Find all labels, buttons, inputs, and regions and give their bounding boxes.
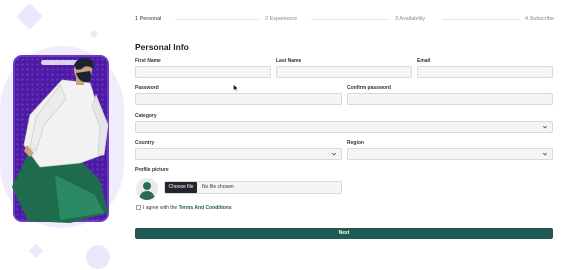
email-label: Email: [417, 58, 431, 64]
step-subscribe[interactable]: 4 Subscribe: [525, 14, 554, 24]
step-availability[interactable]: 3 Availability: [395, 14, 425, 24]
mouse-cursor-icon: [233, 84, 239, 92]
decor-diamond-large: [16, 3, 43, 30]
step-divider: [311, 19, 389, 20]
decor-diamond-medium: [28, 243, 44, 259]
chevron-down-icon: [542, 152, 548, 156]
region-label: Region: [347, 140, 364, 146]
category-select[interactable]: [135, 121, 553, 133]
confirm-password-label: Confirm password: [347, 85, 391, 91]
region-select[interactable]: [347, 148, 553, 160]
profile-picture-label: Profile picture: [135, 167, 169, 173]
first-name-label: First Name: [135, 58, 161, 64]
last-name-field[interactable]: [276, 66, 412, 78]
avatar-placeholder-icon: [136, 178, 158, 200]
step-divider: [175, 19, 259, 20]
decor-diamond-small: [89, 29, 99, 39]
chevron-down-icon: [542, 125, 548, 129]
email-field[interactable]: [417, 66, 553, 78]
country-select[interactable]: [135, 148, 342, 160]
last-name-label: Last Name: [276, 58, 302, 64]
step-experience[interactable]: 2 Experience: [265, 14, 297, 24]
step-personal[interactable]: 1 Personal: [135, 14, 161, 24]
password-label: Password: [135, 85, 159, 91]
confirm-password-field[interactable]: [347, 93, 553, 105]
file-input[interactable]: Choose file No file chosen: [164, 181, 342, 194]
choose-file-button[interactable]: Choose file: [165, 182, 197, 193]
terms-prefix: I agree with the: [143, 204, 179, 211]
terms-link[interactable]: Terms And Conditions: [179, 205, 232, 211]
country-label: Country: [135, 140, 155, 146]
next-button[interactable]: Next: [135, 228, 553, 239]
password-field[interactable]: [135, 93, 342, 105]
first-name-field[interactable]: [135, 66, 271, 78]
step-divider: [442, 19, 520, 20]
terms-checkbox[interactable]: [136, 205, 141, 210]
file-status-text: No file chosen: [202, 184, 234, 190]
page-title: Personal Info: [135, 42, 189, 52]
terms-agreement: I agree with the Terms And Conditions: [143, 204, 232, 212]
category-label: Category: [135, 113, 157, 119]
chevron-down-icon: [331, 152, 337, 156]
stepper: 1 Personal 2 Experience 3 Availability 4…: [135, 14, 555, 26]
person-figure-illustration: [12, 57, 109, 223]
hero-illustration: [0, 0, 125, 270]
decor-circle: [86, 245, 110, 269]
